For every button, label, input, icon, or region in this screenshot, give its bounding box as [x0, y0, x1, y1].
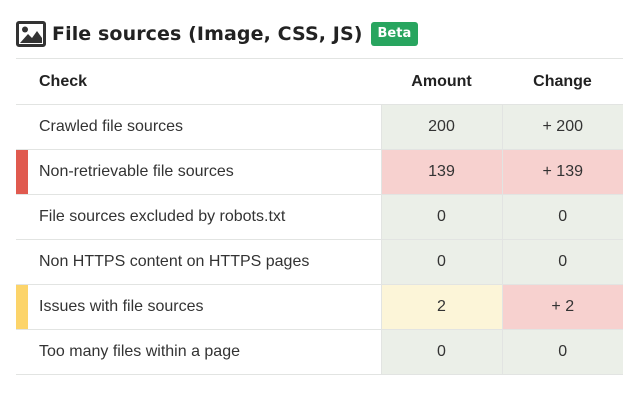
table-row: File sources excluded by robots.txt 0 0 — [16, 194, 623, 240]
check-name-cell: Issues with file sources — [16, 284, 381, 330]
column-header-change: Change — [502, 58, 623, 105]
change-cell: + 200 — [501, 104, 623, 150]
panel-title: File sources (Image, CSS, JS) — [52, 23, 363, 45]
image-icon — [16, 21, 46, 47]
amount-cell: 200 — [380, 104, 502, 150]
check-label: Issues with file sources — [39, 298, 204, 315]
table-row: Non HTTPS content on HTTPS pages 0 0 — [16, 239, 623, 285]
change-cell: + 139 — [501, 149, 623, 195]
table-row: Issues with file sources 2 + 2 — [16, 284, 623, 330]
amount-cell: 0 — [380, 239, 502, 285]
warning-indicator — [16, 285, 28, 329]
column-header-amount: Amount — [381, 58, 502, 105]
change-cell: 0 — [501, 329, 623, 375]
amount-cell: 0 — [380, 194, 502, 240]
check-label: Non HTTPS content on HTTPS pages — [39, 253, 310, 270]
amount-cell: 2 — [380, 284, 502, 330]
check-name-cell: File sources excluded by robots.txt — [16, 194, 381, 240]
error-indicator — [16, 150, 28, 194]
beta-badge: Beta — [370, 22, 419, 46]
check-label: File sources excluded by robots.txt — [39, 208, 286, 225]
file-sources-panel: File sources (Image, CSS, JS) Beta Check… — [0, 0, 636, 406]
table-row: Non-retrievable file sources 139 + 139 — [16, 149, 623, 195]
checks-table: Check Amount Change Crawled file sources… — [16, 58, 623, 375]
table-header-row: Check Amount Change — [16, 58, 623, 105]
panel-header: File sources (Image, CSS, JS) Beta — [16, 18, 419, 50]
table-row: Crawled file sources 200 + 200 — [16, 104, 623, 150]
amount-cell: 0 — [380, 329, 502, 375]
change-cell: 0 — [501, 239, 623, 285]
check-name-cell: Crawled file sources — [16, 104, 381, 150]
table-row: Too many files within a page 0 0 — [16, 329, 623, 375]
check-name-cell: Non-retrievable file sources — [16, 149, 381, 195]
change-cell: + 2 — [501, 284, 623, 330]
change-cell: 0 — [501, 194, 623, 240]
column-header-check: Check — [16, 58, 381, 105]
check-label: Crawled file sources — [39, 118, 184, 135]
check-label: Too many files within a page — [39, 343, 240, 360]
check-name-cell: Too many files within a page — [16, 329, 381, 375]
check-name-cell: Non HTTPS content on HTTPS pages — [16, 239, 381, 285]
check-label: Non-retrievable file sources — [39, 163, 234, 180]
amount-cell: 139 — [380, 149, 502, 195]
